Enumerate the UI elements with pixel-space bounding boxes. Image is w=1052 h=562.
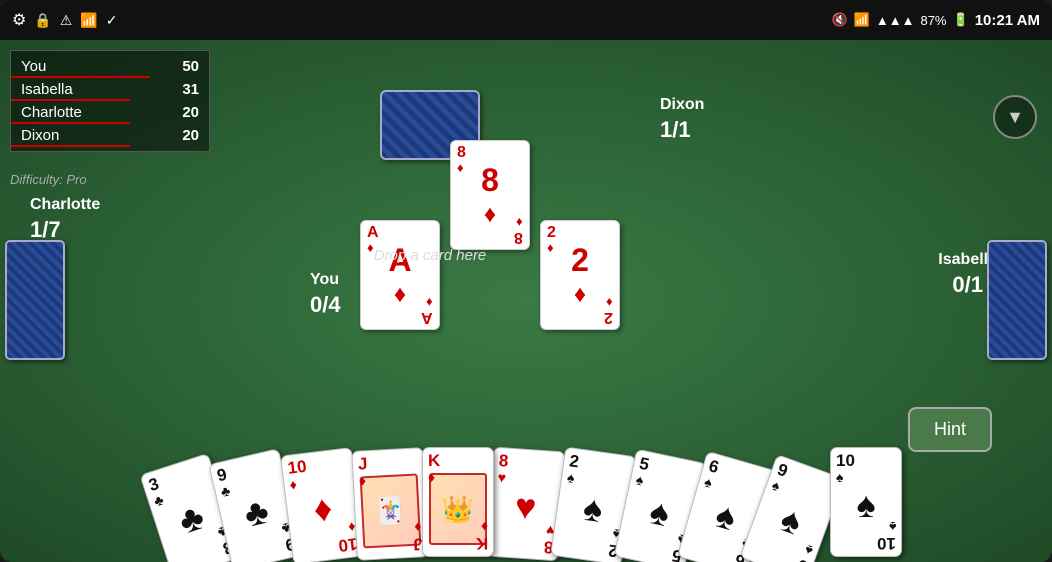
two-value-bot: 2 — [604, 309, 613, 325]
hand-card-10-spades[interactable]: 10 ♠ ♠ 10 ♠ — [830, 447, 902, 557]
hc-8h-suit-top: ♥ — [497, 470, 506, 485]
hc-3c-suit-top: ♣ — [152, 492, 165, 508]
hc-10s-val-bot: 10 — [877, 535, 896, 552]
hand-card-K-diamonds[interactable]: K ♦ 👑 K ♦ — [422, 447, 494, 557]
status-bar: ⚙ 🔒 ⚠ 📶 ✓ 🔇 📶 ▲▲▲ 87% 🔋 10:21 AM — [0, 0, 1052, 40]
hc-3c-center: ♣ — [174, 495, 209, 542]
hc-10d-val-top: 10 — [287, 458, 308, 477]
dixon-name: Dixon — [660, 95, 704, 116]
score-name-charlotte: Charlotte — [21, 104, 164, 121]
score-value-charlotte: 20 — [164, 104, 199, 121]
dixon-score: 1/1 — [660, 116, 704, 145]
difficulty-label: Difficulty: Pro — [10, 172, 87, 187]
warning-icon: ⚠ — [60, 12, 73, 29]
score-value-you: 50 — [164, 58, 199, 75]
battery-percent: 87% — [920, 13, 946, 28]
hand-card-J-diamonds[interactable]: J ♦ 🃏 J ♦ — [351, 447, 429, 561]
signal-icon: ▲▲▲ — [876, 13, 915, 28]
hc-jd-suit-bot: ♦ — [414, 520, 422, 534]
score-value-dixon: 20 — [164, 127, 199, 144]
hc-2s-center: ♠ — [581, 486, 606, 530]
player-charlotte: Charlotte 1/7 — [30, 195, 100, 244]
lock-icon: 🔒 — [34, 12, 51, 29]
hc-2s-suit-top: ♠ — [566, 470, 575, 485]
score-row-charlotte: Charlotte 20 — [11, 101, 209, 124]
battery-icon: 🔋 — [953, 12, 969, 28]
eight-value-top: 8 — [457, 145, 466, 161]
hc-9s-center: ♠ — [775, 497, 807, 543]
drop-zone[interactable]: Drop a card here — [330, 235, 530, 275]
eight-center-value: 8 — [481, 162, 499, 199]
hc-kd-val-bot: K — [476, 535, 488, 552]
table-cards-area: A ♦ A ♦ A ♦ 8 ♦ 8 ♦ 8 ♦ 2 ♦ 2 ♦ — [330, 130, 650, 330]
hc-jd-suit-top: ♦ — [358, 473, 366, 487]
hc-10s-suit-bot: ♠ — [889, 520, 896, 534]
score-name-dixon: Dixon — [21, 127, 164, 144]
score-row-isabella: Isabella 31 — [11, 78, 209, 101]
hc-9c-suit-top: ♣ — [219, 483, 231, 499]
dropdown-button[interactable]: ▼ — [993, 95, 1037, 139]
two-value-top: 2 — [547, 225, 556, 241]
charlotte-name: Charlotte — [30, 195, 100, 216]
hc-5s-val-top: 5 — [638, 455, 651, 474]
left-deck — [5, 240, 65, 360]
eight-center-suit: ♦ — [484, 201, 496, 229]
jack-face-icon: 🃏 — [373, 495, 407, 528]
usb-icon: ⚙ — [12, 10, 26, 30]
table-card-2-diamonds[interactable]: 2 ♦ 2 ♦ 2 ♦ — [540, 220, 620, 330]
hc-kd-suit-bot: ♦ — [481, 520, 488, 534]
ace-center-suit: ♦ — [394, 281, 406, 309]
two-center-value: 2 — [571, 242, 589, 279]
game-area: You 50 Isabella 31 Charlotte 20 Dixon 20… — [0, 40, 1052, 562]
hc-10d-center: ♦ — [311, 486, 334, 530]
hc-9s-suit-top: ♠ — [770, 478, 782, 494]
chevron-down-icon: ▼ — [1006, 107, 1024, 128]
hc-kd-val-top: K — [428, 452, 440, 469]
two-suit-bot: ♦ — [606, 296, 613, 309]
two-suit-top: ♦ — [547, 241, 554, 254]
hc-8h-center: ♥ — [514, 485, 538, 528]
table-card-8-diamonds[interactable]: 8 ♦ 8 ♦ 8 ♦ — [450, 140, 530, 250]
hc-9s-suit-bot: ♠ — [802, 543, 814, 559]
hc-6s-center: ♠ — [711, 493, 741, 539]
hc-10s-val-top: 10 — [836, 452, 855, 469]
sound-off-icon: 🔇 — [831, 12, 847, 28]
hc-2s-val-top: 2 — [568, 452, 580, 470]
score-value-isabella: 31 — [164, 81, 199, 98]
signal-off-icon: 📶 — [80, 12, 97, 29]
hc-6s-suit-top: ♠ — [703, 475, 714, 491]
king-face-icon: 👑 — [442, 494, 474, 525]
score-row-you: You 50 — [11, 55, 209, 78]
check-icon: ✓ — [106, 12, 118, 29]
phone-frame: ⚙ 🔒 ⚠ 📶 ✓ 🔇 📶 ▲▲▲ 87% 🔋 10:21 AM You 50 … — [0, 0, 1052, 562]
status-right-icons: 🔇 📶 ▲▲▲ 87% 🔋 10:21 AM — [831, 12, 1040, 29]
drop-zone-text: Drop a card here — [374, 247, 487, 264]
ace-suit-bot: ♦ — [426, 296, 433, 309]
right-deck — [987, 240, 1047, 360]
eight-suit-top: ♦ — [457, 161, 464, 174]
eight-suit-bot: ♦ — [516, 216, 523, 229]
hc-10s-suit-top: ♠ — [836, 470, 843, 484]
wifi-icon: 📶 — [854, 12, 870, 28]
two-center-suit: ♦ — [574, 281, 586, 309]
ace-value-bot: A — [421, 309, 433, 325]
score-panel: You 50 Isabella 31 Charlotte 20 Dixon 20 — [10, 50, 210, 152]
hc-5s-suit-top: ♠ — [635, 472, 645, 487]
status-left-icons: ⚙ 🔒 ⚠ 📶 ✓ — [12, 10, 118, 30]
hc-5s-center: ♠ — [646, 490, 673, 535]
score-name-isabella: Isabella — [21, 81, 164, 98]
hc-10d-suit-top: ♦ — [289, 477, 298, 492]
score-row-dixon: Dixon 20 — [11, 124, 209, 147]
hc-9c-center: ♣ — [240, 489, 272, 535]
hc-jd-val-top: J — [358, 455, 368, 472]
hc-kd-suit-top: ♦ — [428, 470, 435, 484]
score-name-you: You — [21, 58, 164, 75]
hc-8h-val-top: 8 — [498, 452, 509, 470]
hand-area: 3 ♣ ♣ 3 ♣ 9 ♣ ♣ 9 ♣ 10 ♦ ♦ 10 ♦ — [0, 432, 1052, 562]
player-dixon: Dixon 1/1 — [660, 95, 704, 144]
time-display: 10:21 AM — [975, 12, 1040, 29]
hc-10s-center: ♠ — [856, 484, 875, 526]
